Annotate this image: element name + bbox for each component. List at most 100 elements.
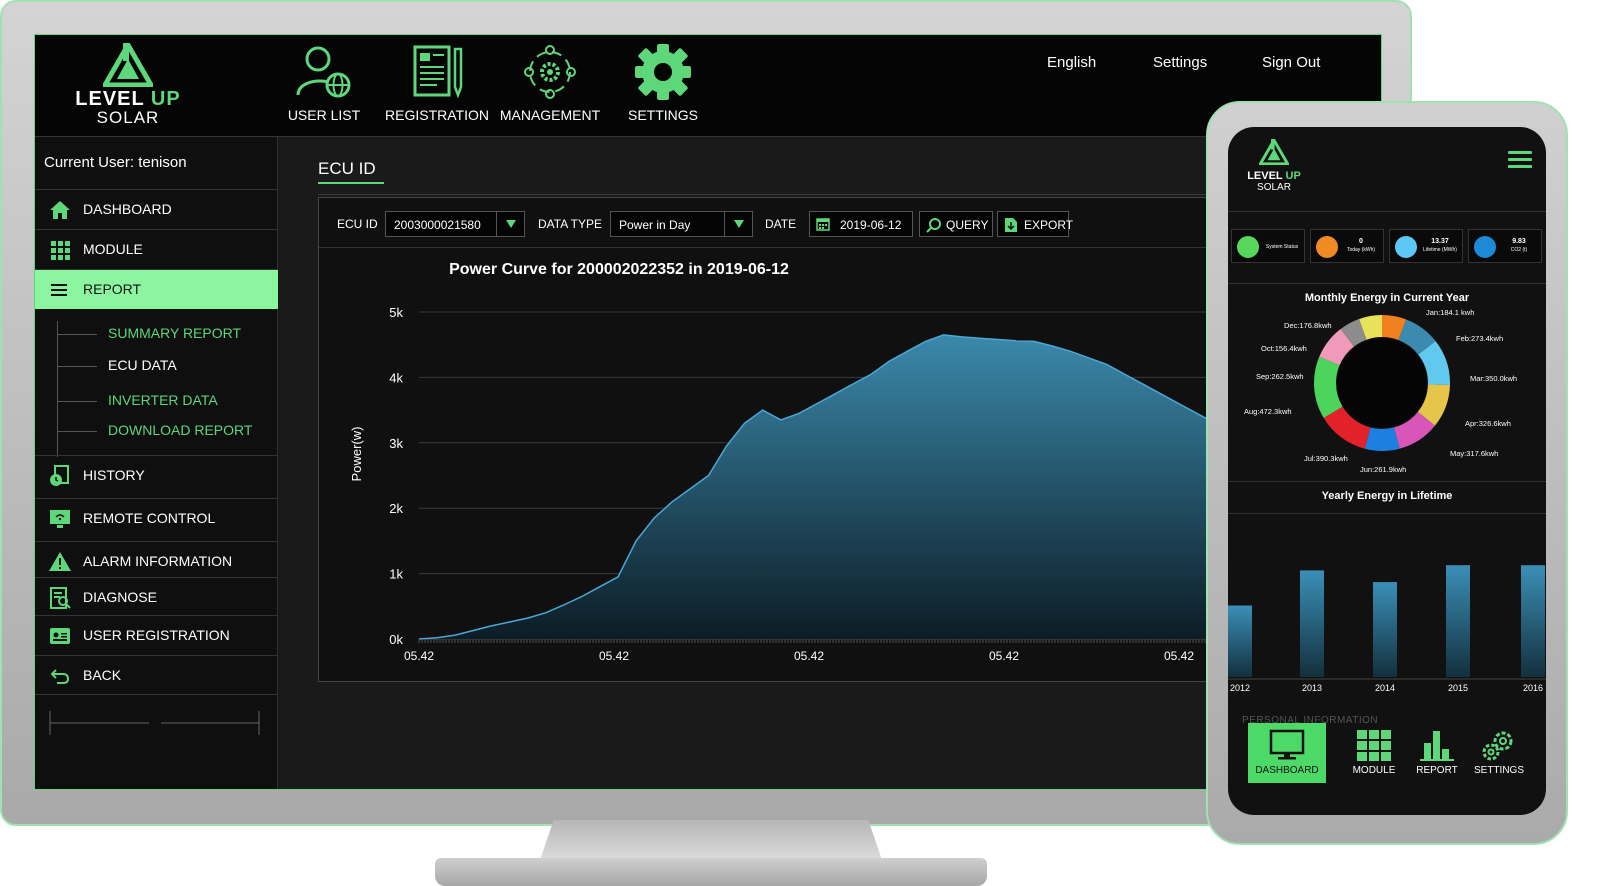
- menu-lines-icon: [51, 284, 67, 296]
- nav-label: REGISTRATION: [385, 107, 489, 123]
- submenu-connector: [57, 366, 97, 367]
- sidebar-item-label: HISTORY: [83, 467, 145, 483]
- document-pen-icon: [413, 45, 463, 99]
- submenu-summary-report[interactable]: SUMMARY REPORT: [108, 325, 241, 341]
- date-picker[interactable]: 2019-06-12: [809, 211, 913, 237]
- bar-chart-icon: [1420, 731, 1454, 761]
- sidebar-item-alarm-information[interactable]: ALARM INFORMATION: [35, 541, 278, 581]
- sign-out-link[interactable]: Sign Out: [1262, 54, 1320, 71]
- id-card-icon: [50, 628, 70, 644]
- donut-label: Apr:326.6kwh: [1465, 419, 1511, 428]
- brand-logo[interactable]: LEVEL UP SOLAR: [63, 43, 193, 133]
- desktop-screen: LEVEL UP SOLAR USER LIST REGISTRATION MA…: [34, 34, 1382, 790]
- mobile-nav-label: REPORT: [1416, 765, 1458, 776]
- monitor-stand-neck: [540, 820, 882, 860]
- y-tick-label: 4k: [389, 370, 403, 385]
- mobile-phone: LEVEL UP SOLAR System Status 0 Today (kWh…: [1206, 101, 1568, 845]
- export-label: EXPORT: [1024, 218, 1074, 232]
- sidebar-item-diagnose[interactable]: DIAGNOSE: [35, 577, 278, 617]
- sidebar-item-dashboard[interactable]: DASHBOARD: [35, 189, 278, 229]
- export-button[interactable]: EXPORT: [997, 211, 1073, 237]
- sidebar-item-report[interactable]: REPORT: [35, 269, 278, 309]
- monthly-energy-donut: [1314, 315, 1450, 451]
- nav-registration[interactable]: REGISTRATION: [377, 43, 497, 123]
- yearly-x-label: 2014: [1375, 683, 1395, 693]
- sidebar-item-label: DIAGNOSE: [83, 589, 157, 605]
- sidebar-item-module[interactable]: MODULE: [35, 229, 278, 269]
- yearly-x-label: 2016: [1523, 683, 1543, 693]
- x-tick-label: 05.42: [1164, 649, 1194, 663]
- ecu-id-select[interactable]: 2003000021580: [385, 211, 525, 237]
- x-tick-label: 05.42: [404, 649, 434, 663]
- submenu-connector: [57, 401, 97, 402]
- brand-line1: LEVEL UP: [75, 88, 181, 110]
- mobile-brand-logo[interactable]: LEVEL UP SOLAR: [1242, 137, 1306, 193]
- data-type-select[interactable]: Power in Day: [610, 211, 753, 237]
- mobile-nav-settings[interactable]: SETTINGS: [1460, 723, 1538, 783]
- yearly-bar[interactable]: [1521, 565, 1545, 677]
- page-title-underline: [318, 182, 384, 184]
- gear-icon: [635, 44, 691, 100]
- sidebar-item-history[interactable]: HISTORY: [35, 455, 278, 495]
- yearly-x-label: 2015: [1448, 683, 1468, 693]
- donut-label: Aug:472.3kwh: [1244, 407, 1292, 416]
- nav-label: SETTINGS: [627, 107, 698, 123]
- alert-icon: [49, 552, 71, 571]
- stat-today: 0 Today (kWh): [1310, 229, 1384, 263]
- export-file-icon: [1005, 218, 1017, 232]
- sidebar-item-user-registration[interactable]: USER REGISTRATION: [35, 615, 278, 655]
- bulb-icon: [1237, 236, 1259, 258]
- mobile-screen: LEVEL UP SOLAR System Status 0 Today (kWh…: [1228, 127, 1546, 815]
- submenu-ecu-data[interactable]: ECU DATA: [108, 357, 177, 373]
- x-tick-label: 05.42: [794, 649, 824, 663]
- y-tick-label: 5k: [389, 305, 403, 320]
- sidebar-item-back[interactable]: BACK: [35, 655, 278, 695]
- monitor-stand-base: [435, 858, 987, 886]
- donut-label: Jan:184.1 kwh: [1426, 308, 1475, 317]
- mobile-nav-label: MODULE: [1352, 765, 1396, 776]
- battery-icon: [1395, 236, 1417, 258]
- yearly-energy-chart: 2012 2013 2014 2015 2016: [1228, 565, 1546, 693]
- sidebar: Current User: tenison DASHBOARD MODULE R…: [35, 137, 278, 789]
- query-label: QUERY: [946, 218, 989, 232]
- hamburger-menu-icon[interactable]: [1508, 151, 1532, 168]
- sidebar-item-label: REMOTE CONTROL: [83, 510, 216, 526]
- mobile-nav-dashboard[interactable]: DASHBOARD: [1248, 723, 1326, 783]
- top-bar: LEVEL UP SOLAR USER LIST REGISTRATION MA…: [35, 35, 1381, 137]
- yearly-x-label: 2013: [1302, 683, 1322, 693]
- logo-triangle-icon: [1257, 137, 1291, 166]
- language-link[interactable]: English: [1047, 54, 1096, 71]
- yearly-bar[interactable]: [1446, 565, 1470, 677]
- submenu-download-report[interactable]: DOWNLOAD REPORT: [108, 422, 252, 438]
- monitor-icon: [1269, 729, 1305, 760]
- settings-link[interactable]: Settings: [1153, 54, 1207, 71]
- stat-system-status: System Status: [1231, 229, 1305, 263]
- nav-label: USER LIST: [287, 107, 361, 123]
- mobile-nav-label: DASHBOARD: [1255, 765, 1319, 776]
- y-tick-label: 1k: [389, 567, 403, 582]
- nav-settings[interactable]: SETTINGS: [603, 43, 723, 123]
- clipboard-search-icon: [50, 587, 71, 609]
- sun-icon: [1316, 236, 1338, 258]
- monthly-energy-title: Monthly Energy in Current Year: [1304, 292, 1470, 304]
- stat-lifetime: 13.37 Lifetime (MWh): [1389, 229, 1463, 263]
- yearly-energy-title: Yearly Energy in Lifetime: [1321, 490, 1453, 502]
- grid-icon: [51, 241, 70, 260]
- nav-user-list[interactable]: USER LIST: [264, 43, 384, 123]
- submenu-connector: [57, 321, 58, 457]
- nav-management[interactable]: MANAGEMENT: [490, 43, 610, 123]
- x-tick-label: 05.42: [989, 649, 1019, 663]
- query-button[interactable]: QUERY: [919, 211, 993, 237]
- data-type-value: Power in Day: [619, 218, 691, 232]
- yearly-bar[interactable]: [1300, 570, 1324, 677]
- chevron-down-icon: [724, 212, 752, 236]
- mobile-brand-line1: LEVEL UP: [1247, 170, 1301, 182]
- submenu-inverter-data[interactable]: INVERTER DATA: [108, 392, 218, 408]
- sidebar-item-label: USER REGISTRATION: [83, 627, 230, 643]
- stat-value: 13.37 Lifetime (MWh): [1423, 238, 1457, 253]
- sidebar-item-remote-control[interactable]: REMOTE CONTROL: [35, 498, 278, 538]
- donut-hole: [1337, 338, 1427, 428]
- yearly-bar[interactable]: [1228, 605, 1252, 678]
- y-tick-label: 0k: [389, 632, 403, 647]
- yearly-bar[interactable]: [1373, 582, 1397, 677]
